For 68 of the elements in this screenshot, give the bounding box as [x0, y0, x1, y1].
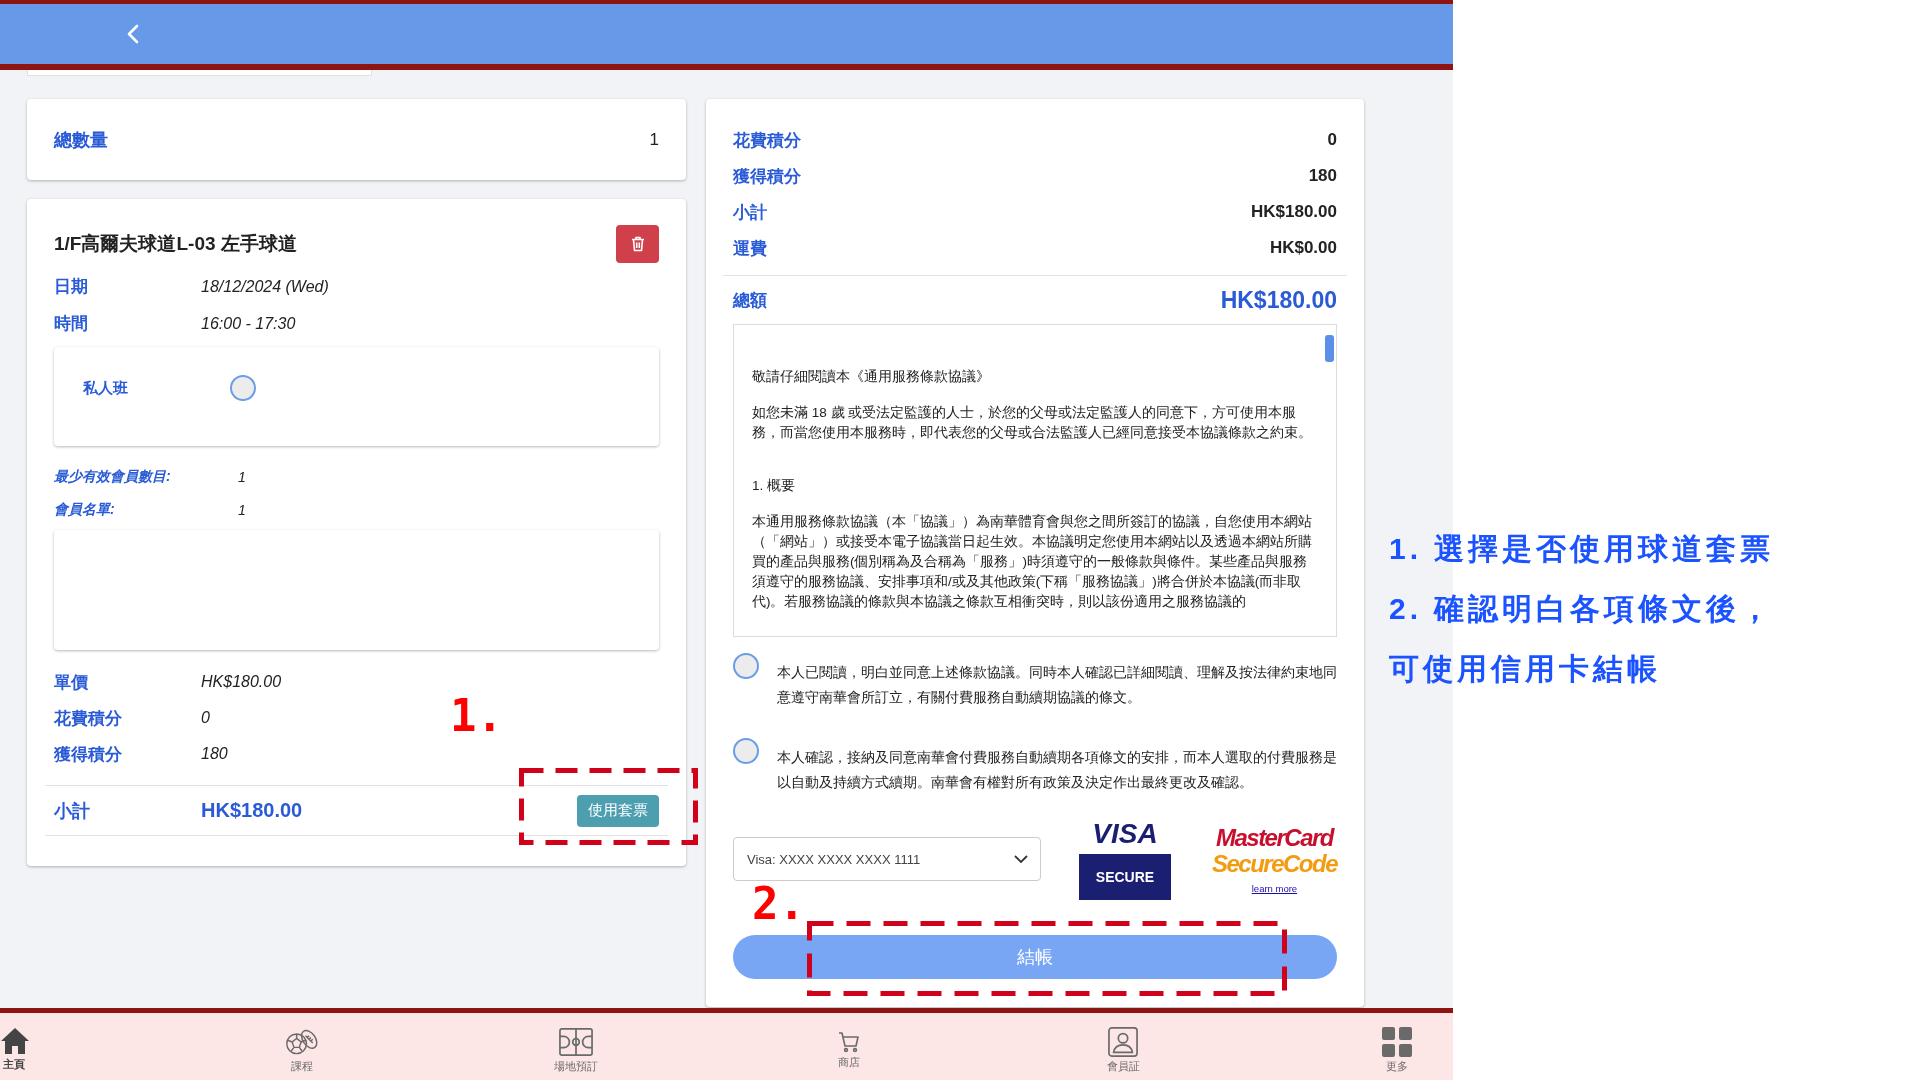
delete-button[interactable] — [616, 225, 659, 263]
detail-value: 18/12/2024 (Wed) — [201, 277, 329, 296]
agreement-radio[interactable] — [733, 738, 759, 764]
summary-value: HK$0.00 — [1269, 238, 1337, 258]
member-value: 1 — [238, 501, 246, 518]
terms-heading: 1. 概要 — [752, 477, 796, 495]
booking-title: 1/F高爾夫球道L-03 左手球道 — [54, 232, 297, 256]
detail-label: 時間 — [54, 313, 89, 335]
scrollbar-thumb[interactable] — [1325, 335, 1334, 362]
price-value: HK$180.00 — [201, 673, 282, 691]
total-quantity-label: 總數量 — [54, 128, 108, 152]
summary-value: 180 — [1308, 166, 1337, 186]
private-class-label: 私人班 — [83, 378, 129, 398]
cart-icon — [838, 1031, 861, 1053]
price-value: 180 — [201, 745, 228, 763]
instruction-note: 2. 確認明白各項條文後， — [1389, 591, 1775, 627]
back-icon[interactable] — [125, 24, 141, 44]
member-value: 1 — [238, 468, 246, 485]
detail-label: 日期 — [54, 276, 89, 298]
subtotal-value: HK$180.00 — [201, 799, 303, 822]
price-label: 單價 — [54, 671, 89, 694]
nav-tab[interactable]: 會員証 — [1095, 1013, 1152, 1080]
price-value: 0 — [201, 709, 210, 727]
total-value: HK$180.00 — [1220, 286, 1337, 314]
summary-label: 獲得積分 — [733, 165, 801, 188]
instruction-note: 1. 選擇是否使用球道套票 — [1389, 531, 1775, 567]
total-quantity-value: 1 — [649, 129, 659, 150]
nav-tab[interactable]: 場地預訂 — [547, 1013, 604, 1080]
nav-tab[interactable]: 更多 — [1369, 1013, 1425, 1080]
agreement-text: 本人確認，接納及同意南華會付費服務自動續期各項條文的安排，而本人選取的付費服務是以自動及持續方式續期。南華會有權對所有政策及決定作出最終更改及確認。 — [777, 749, 1337, 792]
trash-icon — [630, 236, 645, 252]
card-select[interactable]: Visa: XXXX XXXX XXXX 1111 — [733, 837, 1041, 881]
grid-icon — [1380, 1027, 1414, 1057]
agreement-radio[interactable] — [733, 653, 759, 679]
securecode-wordmark: SecureCode — [1211, 851, 1337, 877]
agreement-text: 本人已閱讀，明白並同意上述條款協議。同時本人確認已詳細閱讀、理解及按法律約束地同意遵守南華會所訂立，有關付費服務自動續期協議的條文。 — [777, 664, 1337, 707]
total-label: 總額 — [733, 289, 767, 312]
secure-badge: SECURE — [1079, 854, 1171, 900]
terms-paragraph: 本通用服務條款協議（本「協議」）為南華體育會與您之間所簽訂的協議，自您使用本網站（「網站」）或接受本電子協議當日起生效。本協議明定您使用本網站以及透過本網站所購買的產品與服務(個別稱為及合稱為「服務」)時須遵守的一般條款與條件。某些產品與服務須遵守的服務協議、安排事項和/或及其他政策(下稱「服務協議」)將合併於本協議(而非取代)。若服務協議的條款與本協議之條款互相衝突時，則以該份適用之服務協議的 — [752, 513, 1313, 611]
chevron-down-icon — [1014, 855, 1028, 863]
summary-label: 小計 — [733, 201, 767, 224]
price-label: 獲得積分 — [54, 743, 123, 766]
member-label: 會員名單: — [54, 500, 116, 519]
summary-label: 花費積分 — [733, 129, 801, 152]
sports-balls-icon — [284, 1027, 319, 1057]
summary-label: 運費 — [733, 237, 767, 260]
terms-paragraph: 如您未滿 18 歲 或受法定監護的人士，於您的父母或法定監護人的同意下，方可使用本服務，而當您使用本服務時，即代表您的父母或合法監護人已經同意接受本協議條款之約束。 — [752, 404, 1313, 442]
home-icon — [0, 1027, 30, 1055]
terms-paragraph: 敬請仔細閱讀本《通用服務條款協議》 — [752, 368, 991, 386]
nav-tab[interactable]: 主頁 — [0, 1013, 56, 1080]
subtotal-label: 小計 — [54, 799, 91, 823]
person-card-icon — [1106, 1027, 1141, 1057]
use-ticket-button[interactable]: 使用套票 — [577, 794, 659, 827]
mastercard-wordmark: MasterCard — [1215, 825, 1333, 851]
nav-tab[interactable]: 商店 — [821, 1013, 878, 1080]
instruction-note: 可使用信用卡結帳 — [1389, 651, 1661, 687]
learn-more-link[interactable]: learn more — [1251, 883, 1298, 894]
private-class-radio[interactable] — [230, 375, 256, 401]
nav-tab[interactable]: 課程 — [273, 1013, 330, 1080]
step-marker: 1. — [450, 693, 503, 739]
price-label: 花費積分 — [54, 707, 123, 730]
member-label: 最少有效會員數目: — [54, 467, 172, 486]
visa-wordmark: VISA — [1092, 819, 1158, 849]
detail-value: 16:00 - 17:30 — [201, 314, 296, 333]
summary-value: 0 — [1327, 130, 1337, 150]
summary-value: HK$180.00 — [1251, 202, 1337, 222]
court-icon — [558, 1027, 593, 1057]
step-marker: 2. — [752, 881, 805, 927]
